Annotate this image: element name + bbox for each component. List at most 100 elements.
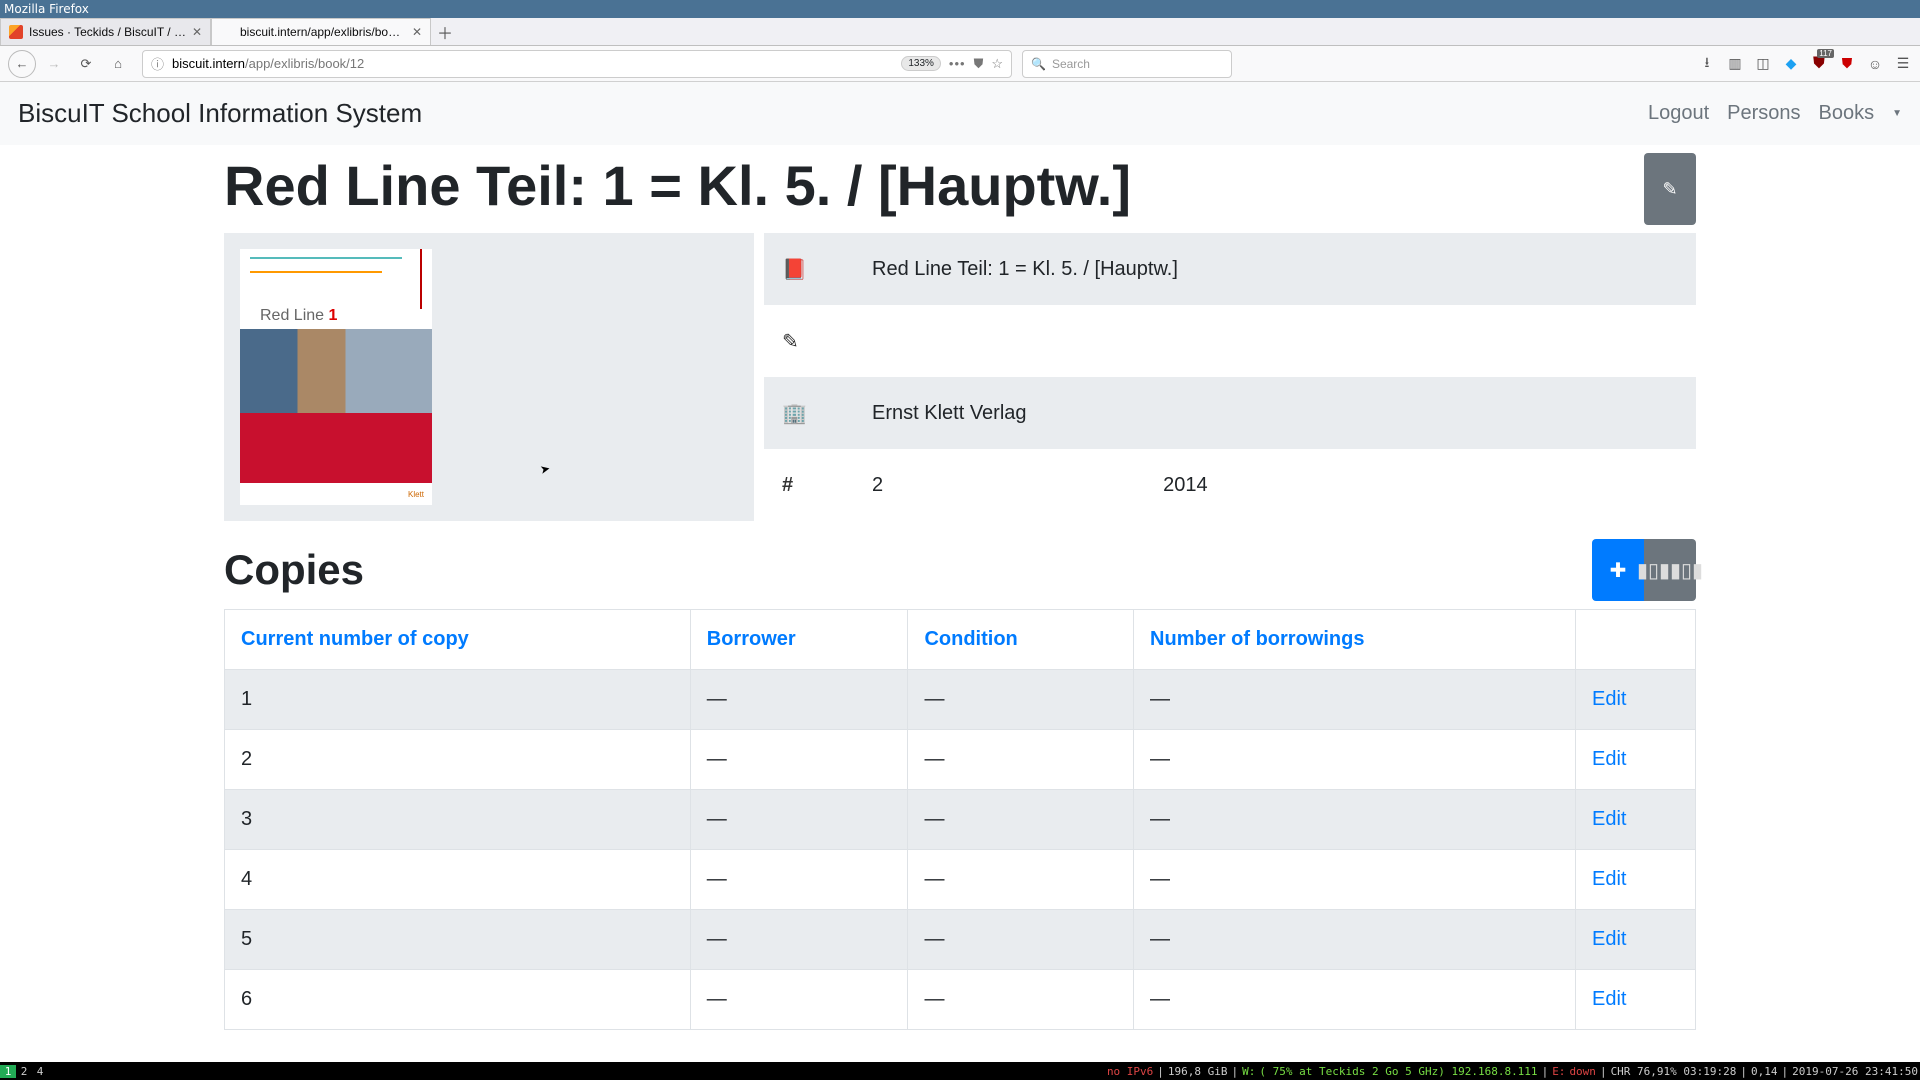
forward-button[interactable]: → — [40, 50, 68, 78]
book-icon: 📕 — [782, 257, 812, 282]
cell-copy: 5 — [225, 910, 691, 970]
status-wifi: ( 75% at Teckids 2 Go 5 GHz) 192.168.8.1… — [1257, 1065, 1539, 1078]
status-eth-label: E: — [1550, 1065, 1567, 1078]
statusbar: 1 2 4 no IPv6| 196,8 GiB| W: ( 75% at Te… — [0, 1062, 1920, 1080]
gitlab-icon — [9, 25, 23, 39]
library-icon[interactable]: ▥ — [1726, 55, 1744, 72]
cell-borrower: — — [690, 850, 908, 910]
page-actions-icon[interactable]: ••• — [949, 56, 966, 71]
reload-button[interactable]: ⟳ — [72, 50, 100, 78]
new-tab-button[interactable]: ＋ — [431, 18, 459, 45]
hamburger-icon[interactable]: ☰ — [1894, 55, 1912, 72]
edit-link[interactable]: Edit — [1592, 988, 1626, 1010]
copies-table: Current number of copy Borrower Conditio… — [224, 609, 1696, 1030]
browser-toolbar: ← → ⟳ ⌂ ⓘ biscuit.intern/app/exlibris/bo… — [0, 46, 1920, 82]
edit-link[interactable]: Edit — [1592, 868, 1626, 890]
cell-borrowings: — — [1134, 790, 1576, 850]
cell-condition: — — [908, 970, 1134, 1030]
nav-logout[interactable]: Logout — [1648, 102, 1709, 125]
cell-condition: — — [908, 790, 1134, 850]
chevron-down-icon[interactable]: ▼ — [1892, 108, 1902, 119]
tab-biscuit[interactable]: biscuit.intern/app/exlibris/boo… ✕ — [211, 18, 431, 45]
pencil-icon: ✎ — [1662, 179, 1677, 200]
app-nav-right: Logout Persons Books ▼ — [1648, 102, 1902, 125]
meta-row-publisher: 🏢 Ernst Klett Verlag — [764, 377, 1696, 449]
cell-borrower: — — [690, 910, 908, 970]
close-icon[interactable]: ✕ — [192, 25, 202, 39]
cell-action: Edit — [1576, 970, 1696, 1030]
cell-borrowings: — — [1134, 970, 1576, 1030]
workspace-1[interactable]: 1 — [0, 1065, 16, 1078]
cell-borrower: — — [690, 790, 908, 850]
info-icon[interactable]: ⓘ — [151, 54, 164, 73]
workspace-4[interactable]: 4 — [32, 1065, 48, 1078]
browser-chrome: Issues · Teckids / BiscuIT / … ✕ biscuit… — [0, 18, 1920, 82]
page-viewport: BiscuIT School Information System Logout… — [0, 82, 1920, 1062]
close-icon[interactable]: ✕ — [412, 25, 422, 39]
cell-condition: — — [908, 670, 1134, 730]
publisher-logo: Klett — [408, 490, 424, 499]
edit-link[interactable]: Edit — [1592, 928, 1626, 950]
back-button[interactable]: ← — [8, 50, 36, 78]
meta-year-value: 2014 — [1163, 474, 1208, 497]
edit-link[interactable]: Edit — [1592, 748, 1626, 770]
status-wifi-label: W: — [1240, 1065, 1257, 1078]
cell-action: Edit — [1576, 730, 1696, 790]
th-borrower[interactable]: Borrower — [690, 610, 908, 670]
copies-button-group: ✚ ▮▯▮▮▯▮ — [1592, 539, 1696, 601]
book-info-row: Red Line 1 Klett 📕 Red Line Teil: 1 = Kl… — [224, 233, 1696, 521]
wm-titlebar: Mozilla Firefox — [0, 0, 1920, 18]
edit-link[interactable]: Edit — [1592, 688, 1626, 710]
extension-icon-red[interactable]: ⛊ — [1838, 55, 1856, 72]
nav-books[interactable]: Books — [1819, 102, 1875, 125]
meta-row-author: ✎ — [764, 305, 1696, 377]
wm-title: Mozilla Firefox — [4, 2, 89, 16]
table-row: 3———Edit — [225, 790, 1696, 850]
barcode-button[interactable]: ▮▯▮▮▯▮ — [1644, 539, 1696, 601]
cell-condition: — — [908, 730, 1134, 790]
th-copy[interactable]: Current number of copy — [225, 610, 691, 670]
cell-borrower: — — [690, 970, 908, 1030]
copies-header: Copies ✚ ▮▯▮▮▯▮ — [224, 539, 1696, 601]
cell-condition: — — [908, 910, 1134, 970]
nav-persons[interactable]: Persons — [1727, 102, 1800, 125]
cell-borrowings: — — [1134, 730, 1576, 790]
workspace-2[interactable]: 2 — [16, 1065, 32, 1078]
cell-copy: 1 — [225, 670, 691, 730]
edit-book-button[interactable]: ✎ — [1644, 153, 1696, 225]
cell-copy: 6 — [225, 970, 691, 1030]
edit-link[interactable]: Edit — [1592, 808, 1626, 830]
downloads-icon[interactable]: ⭳ — [1698, 52, 1716, 76]
table-row: 4———Edit — [225, 850, 1696, 910]
tab-gitlab[interactable]: Issues · Teckids / BiscuIT / … ✕ — [0, 18, 211, 45]
table-row: 1———Edit — [225, 670, 1696, 730]
pencil-icon: ✎ — [782, 329, 812, 354]
copies-heading: Copies — [224, 546, 364, 594]
table-row: 6———Edit — [225, 970, 1696, 1030]
th-action — [1576, 610, 1696, 670]
cell-action: Edit — [1576, 910, 1696, 970]
zoom-badge[interactable]: 133% — [901, 56, 941, 71]
account-icon[interactable]: ☺ — [1866, 56, 1884, 72]
url-bar[interactable]: ⓘ biscuit.intern/app/exlibris/book/12 13… — [142, 50, 1012, 78]
home-button[interactable]: ⌂ — [104, 50, 132, 78]
extension-icon-blue[interactable]: ◆ — [1782, 55, 1800, 72]
search-bar[interactable]: 🔍 Search — [1022, 50, 1232, 78]
app-brand[interactable]: BiscuIT School Information System — [18, 98, 422, 129]
th-borrowings[interactable]: Number of borrowings — [1134, 610, 1576, 670]
cell-copy: 3 — [225, 790, 691, 850]
bookmark-star-icon[interactable]: ☆ — [991, 56, 1003, 72]
th-condition[interactable]: Condition — [908, 610, 1134, 670]
ublock-icon[interactable]: ⛊117 — [1810, 55, 1828, 73]
cell-borrower: — — [690, 730, 908, 790]
book-cover-cell: Red Line 1 Klett — [224, 233, 754, 521]
book-cover: Red Line 1 Klett — [240, 249, 432, 505]
shield-icon[interactable]: ⛊ — [974, 56, 984, 72]
meta-publisher-value: Ernst Klett Verlag — [872, 402, 1027, 425]
workspace-switcher[interactable]: 1 2 4 — [0, 1065, 48, 1078]
hash-icon: # — [782, 474, 812, 497]
status-right: no IPv6| 196,8 GiB| W: ( 75% at Teckids … — [1105, 1065, 1920, 1078]
book-meta-table: 📕 Red Line Teil: 1 = Kl. 5. / [Hauptw.] … — [764, 233, 1696, 521]
sidebar-icon[interactable]: ◫ — [1754, 55, 1772, 72]
plus-icon: ✚ — [1610, 558, 1627, 583]
